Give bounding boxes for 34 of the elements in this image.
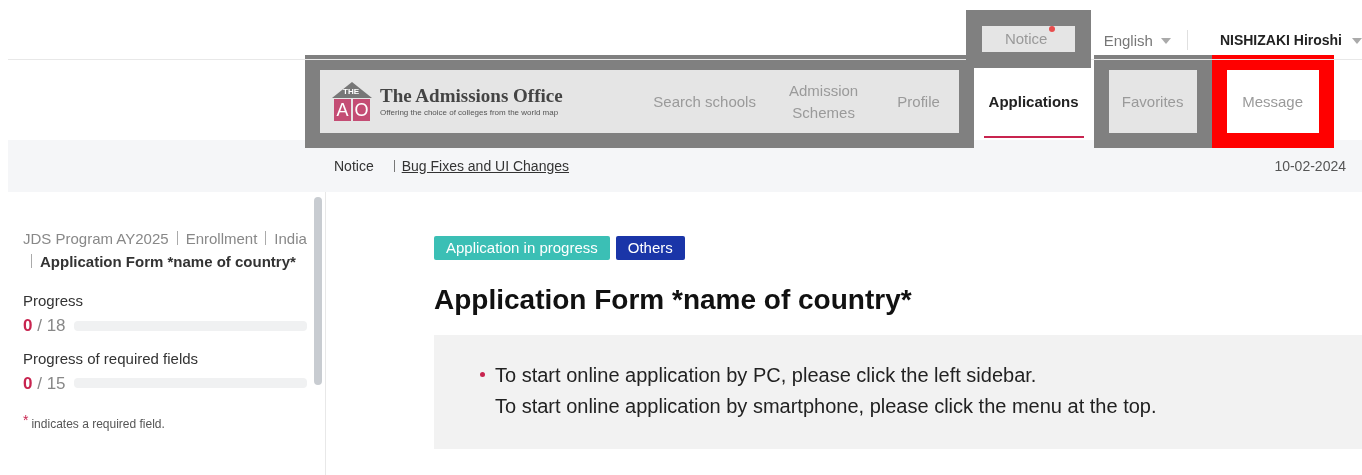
- required-mark: *: [23, 412, 29, 428]
- breadcrumb-link[interactable]: Application Form *name of country*: [40, 253, 296, 270]
- nav-tab[interactable]: Message: [1226, 70, 1319, 133]
- progress-count: 0 / 15: [23, 372, 66, 395]
- notice-label: Notice: [334, 156, 374, 176]
- notice-link[interactable]: Notice: [1004, 27, 1052, 51]
- breadcrumb-link[interactable]: India: [274, 230, 307, 247]
- breadcrumb-link[interactable]: JDS Program AY2025: [23, 230, 169, 247]
- breadcrumb-link[interactable]: Enrollment: [185, 230, 258, 247]
- instruction-text: To start online application by smartphone, please click the menu at the top.: [495, 394, 1157, 419]
- status-tag: Application in progress: [434, 236, 610, 260]
- footnote-text: indicates a required field.: [31, 417, 165, 431]
- nav-tab[interactable]: Admission Schemes: [768, 70, 879, 133]
- status-tag: Others: [615, 236, 685, 260]
- caret-icon: [1352, 37, 1362, 44]
- bullet-icon: [480, 372, 485, 377]
- notice-link[interactable]: Bug Fixes and UI Changes: [401, 155, 569, 177]
- user-menu[interactable]: NISHIZAKI Hiroshi: [1219, 30, 1362, 51]
- nav-tab[interactable]: Profile: [878, 70, 959, 133]
- scrollbar-thumb[interactable]: [314, 197, 322, 385]
- page-title: Application Form *name of country*: [434, 283, 913, 317]
- nav-tab[interactable]: Favorites: [1108, 70, 1197, 133]
- logo-tagline: Offering the choice of colleges from the world map: [380, 108, 560, 118]
- instruction-text: To start online application by PC, please click the left sidebar.: [495, 363, 1038, 388]
- logo-title: The Admissions Office: [380, 85, 563, 107]
- logo-mark: THE A O: [332, 82, 372, 121]
- nav-tab[interactable]: Applications: [983, 68, 1084, 138]
- language-dropdown[interactable]: English: [1103, 30, 1171, 53]
- progress-count: 0 / 18: [23, 315, 66, 337]
- progress-label: Progress of required fields: [23, 348, 200, 369]
- progress-label: Progress: [23, 291, 85, 311]
- nav-tab[interactable]: Search schools: [640, 70, 769, 133]
- notice-date: 10-02-2024: [1274, 156, 1346, 176]
- caret-icon: [1160, 38, 1171, 45]
